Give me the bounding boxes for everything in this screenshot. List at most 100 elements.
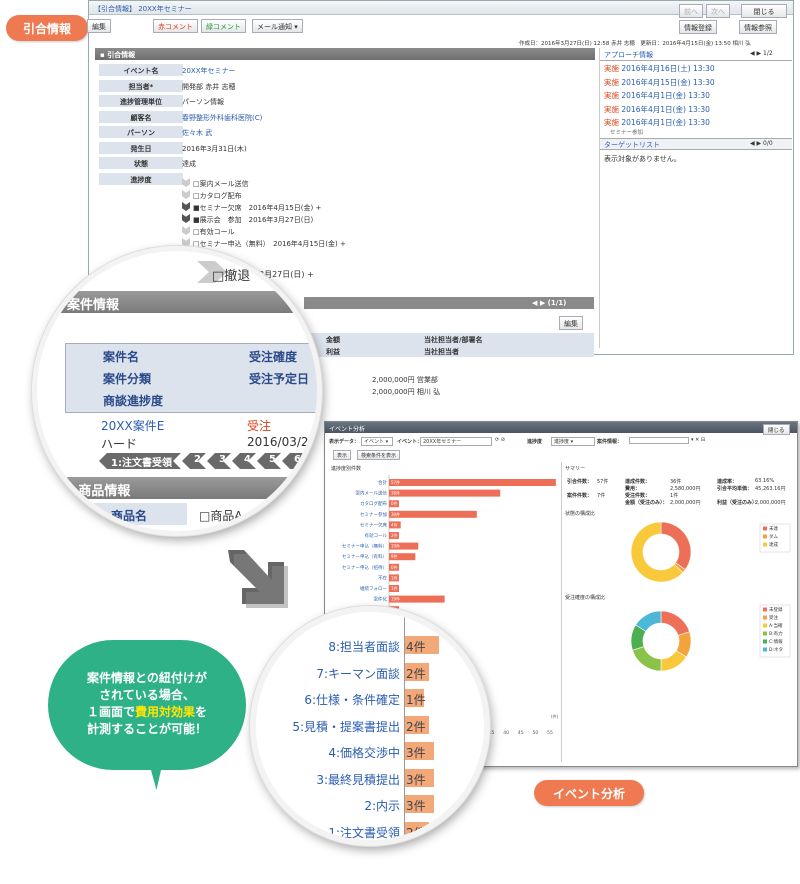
progress-chevrons: 1:注文書受領 2 3 4 5 6 [99, 453, 322, 469]
legend-swatch [763, 647, 767, 652]
field-value: 達成 [182, 160, 196, 168]
progress-row-label[interactable]: 2:内示 [256, 797, 400, 814]
case-head-profit: 利益 [326, 348, 340, 356]
product-value: □商品A [199, 509, 243, 523]
progress-item: □カタログ配布 [193, 192, 242, 200]
register-info-button[interactable]: 情報登録 [679, 20, 717, 34]
bar-count: 1件 [391, 574, 398, 580]
field-label: 進捗管理単位 [99, 95, 183, 108]
field-value: 開発部 赤井 志穂 [182, 82, 236, 91]
progress-row-label[interactable]: 7:キーマン面談 [256, 665, 400, 682]
head-progress: 商談進捗度 [103, 394, 164, 408]
field-label: 進捗度 [99, 172, 183, 186]
case-name-link[interactable]: 20XX案件E [101, 417, 164, 434]
case-info-magnifier: □撤退 案件情報 案件名 受注確度 案件分類 受注予定日 商談進捗度 20XX案… [32, 246, 322, 536]
approach-item[interactable]: 実施 2016年4月16日(土) 13:30 [604, 63, 715, 74]
legend-label: 受注 [769, 614, 778, 621]
bar-label: 案内メール送信 [356, 490, 388, 497]
bar [389, 489, 501, 497]
legend-label: D:ネタ [769, 646, 783, 653]
approach-pager[interactable]: ◀ ▶ 1/2 [750, 50, 773, 57]
progress-row-label[interactable]: 1:注文書受領 [256, 824, 400, 841]
legend-swatch [763, 631, 767, 636]
progress-row-label[interactable]: 5:見積・提案書提出 [256, 718, 400, 735]
approach-item[interactable]: 実施 2016年4月1日(金) 13:30 [604, 104, 710, 115]
progress-row-count: 2件 [406, 666, 426, 681]
case-status: 受注 [247, 419, 272, 433]
field-label: 発生日 [99, 141, 183, 155]
bar-label: 有効コール [365, 532, 388, 539]
legend-swatch [763, 534, 767, 539]
field-value[interactable]: 佐々木 武 [182, 126, 212, 138]
progress-row-label[interactable]: 3:最終見積提出 [256, 771, 400, 788]
meta-info: 作成日：2016年3月27日(日) 12:58 赤井 志穂 更新日：2016年4… [519, 41, 751, 47]
legend-label: ダム [769, 533, 778, 540]
progress-row-count: 2件 [406, 719, 426, 734]
case-head-owner-dept: 当社担当者/部署名 [424, 336, 483, 344]
product-label: 商品名 [111, 509, 148, 523]
red-comment-button[interactable]: 赤コメント [153, 19, 198, 33]
section-header: ▪ 引合情報 [95, 48, 595, 60]
bar-count: 10件 [391, 543, 400, 549]
legend-label: 未達 [769, 525, 778, 532]
field-value[interactable]: 春野整形外科歯科医院(C) [182, 111, 262, 123]
progress-chevron-icon [182, 202, 190, 211]
bar-count: 4件 [391, 521, 398, 527]
bar-count: 0件 [391, 564, 398, 570]
field-label: イベント名 [99, 64, 183, 77]
case-pager[interactable]: ◀ ▶ (1/1) [532, 299, 566, 307]
bar-label: セミナー参加 [360, 511, 387, 518]
axis-tick-label: 55 [547, 730, 553, 736]
progress-row-count: 3件 [406, 746, 426, 760]
approach-title: アプローチ情報 [604, 51, 653, 59]
progress-row-count: 4件 [406, 640, 426, 654]
progress-row-label[interactable]: 4:価格交渉中 [256, 744, 400, 761]
legend-swatch [763, 615, 767, 620]
green-comment-button[interactable]: 緑コメント [201, 19, 246, 33]
progress-step: 6 [282, 453, 306, 469]
progress-item: □有効コール [193, 228, 235, 236]
right-panel: アプローチ情報 ◀ ▶ 1/2 実施 2016年4月16日(土) 13:30 実施… [599, 48, 792, 348]
progress-chevron-icon [182, 226, 190, 235]
progress-item: □案内メール送信 [193, 180, 249, 188]
close-button[interactable]: 閉じる [741, 4, 787, 18]
head-case-type: 案件分類 [103, 372, 152, 386]
bar-count: 9件 [391, 553, 398, 559]
approach-note: セミナー参加 [610, 129, 644, 136]
bar-label: 不在 [378, 574, 387, 581]
next-button[interactable]: 次へ [706, 4, 730, 18]
axis-tick-label: 50 [532, 730, 538, 736]
legend-label: A:当確 [769, 622, 783, 629]
progress-item: ■展示会 参加 2016年3月27日(日) [193, 216, 314, 224]
target-pager[interactable]: ◀ ▶ 0/0 [750, 140, 773, 147]
event-analysis-tag: イベント分析 [534, 780, 644, 806]
progress-row-label[interactable]: 6:仕様・条件確定 [256, 691, 400, 708]
approach-item[interactable]: 実施 2016年4月1日(金) 13:30 [604, 117, 710, 128]
bar-label: セミナー申込（無料） [342, 543, 387, 550]
bar-label: 継続フォロー [360, 585, 387, 592]
field-value: パーソン情報 [182, 98, 224, 106]
edit-button[interactable]: 編集 [87, 19, 111, 33]
prev-button[interactable]: 前へ [679, 4, 703, 18]
legend-swatch [763, 623, 767, 628]
target-title: ターゲットリスト [604, 141, 660, 149]
view-info-button[interactable]: 情報参照 [739, 20, 777, 34]
case-edit-button[interactable]: 編集 [559, 316, 583, 330]
progress-item: □セミナー申込（無料） 2016年4月15日(金) + [193, 240, 346, 248]
progress-row-label[interactable]: 8:担当者面談 [256, 638, 400, 655]
head-case-name: 案件名 [103, 350, 140, 364]
progress-item: ■セミナー欠席 2016年4月15日(金) + [193, 204, 322, 212]
approach-item[interactable]: 実施 2016年4月1日(金) 13:30 [604, 90, 710, 101]
approach-item[interactable]: 実施 2016年4月15日(金) 13:30 [604, 77, 715, 88]
axis-unit: (件) [551, 713, 559, 719]
axis-tick-label: 45 [518, 730, 524, 736]
progress-row-count: 3件 [406, 772, 426, 787]
case-info-title: 案件情報 [67, 298, 120, 313]
bar-count: 1件 [391, 585, 398, 591]
field-value: 2016年3月31日(木) [182, 144, 247, 153]
field-value[interactable]: 20XX年セミナー [182, 64, 236, 76]
field-label: 状態 [99, 157, 183, 170]
mail-notify-button[interactable]: メール通知 ▾ [252, 19, 303, 33]
progress-chevron-icon [182, 190, 190, 199]
bar [389, 510, 477, 518]
